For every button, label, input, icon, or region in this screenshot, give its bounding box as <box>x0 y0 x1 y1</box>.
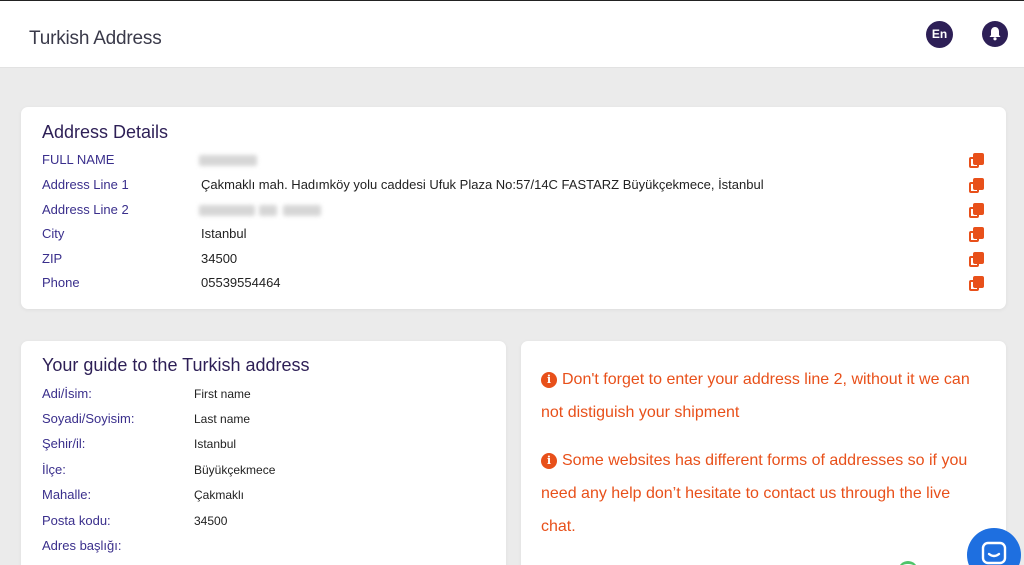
guide-label: Adres başlığı: <box>42 538 122 553</box>
address-value: Istanbul <box>201 226 247 241</box>
info-note: i Don't forget to enter your address line… <box>541 363 981 429</box>
guide-value: Büyükçekmece <box>194 463 276 477</box>
guide-label: Posta kodu: <box>42 513 111 528</box>
guide-label: Adi/İsim: <box>42 386 92 401</box>
guide-label: İlçe: <box>42 462 66 477</box>
address-guide-card: Your guide to the Turkish address Adi/İs… <box>21 341 506 565</box>
address-row-city: City Istanbul <box>21 225 1006 247</box>
address-label: Phone <box>42 275 80 290</box>
info-note-text: Don't forget to enter your address line … <box>541 371 970 421</box>
guide-value: 34500 <box>194 514 228 528</box>
guide-row: Adi/İsim: First name <box>21 385 506 407</box>
guide-value: Çakmaklı <box>194 488 245 502</box>
guide-value: Last name <box>194 412 251 426</box>
guide-row: Şehir/il: Istanbul <box>21 435 506 457</box>
info-card: i Don't forget to enter your address line… <box>521 341 1006 565</box>
redacted-value <box>259 205 277 216</box>
guide-value: Istanbul <box>194 437 237 451</box>
address-label: Address Line 1 <box>42 177 129 192</box>
address-details-title: Address Details <box>42 122 169 142</box>
info-note-text: Some websites has different forms of add… <box>541 452 968 535</box>
copy-icon[interactable] <box>969 153 985 169</box>
address-details-card: Address Details FULL NAME Address Line 1… <box>21 107 1006 309</box>
address-label: Address Line 2 <box>42 202 129 217</box>
guide-row: Posta kodu: 34500 <box>21 512 506 534</box>
top-bar: Turkish Address En <box>0 0 1024 68</box>
guide-label: Soyadi/Soyisim: <box>42 411 135 426</box>
address-label: City <box>42 226 65 241</box>
guide-label: Mahalle: <box>42 487 92 502</box>
copy-icon[interactable] <box>969 252 985 268</box>
guide-row: Mahalle: Çakmaklı <box>21 486 506 508</box>
notifications-button[interactable] <box>982 21 1008 47</box>
copy-icon[interactable] <box>969 203 985 219</box>
guide-row: İlçe: Büyükçekmece <box>21 461 506 483</box>
language-switch-button[interactable]: En <box>926 21 953 48</box>
page-title: Turkish Address <box>29 28 162 49</box>
address-value: Çakmaklı mah. Hadımköy yolu caddesi Ufuk… <box>201 177 764 192</box>
address-label: ZIP <box>42 251 63 266</box>
info-circle-icon: i <box>541 453 557 469</box>
redacted-value <box>283 205 321 216</box>
guide-value: First name <box>194 387 251 401</box>
copy-icon[interactable] <box>969 227 985 243</box>
address-guide-title: Your guide to the Turkish address <box>42 355 310 375</box>
address-row-line-1: Address Line 1 Çakmaklı mah. Hadımköy yo… <box>21 176 1006 198</box>
address-value: 05539554464 <box>201 275 281 290</box>
address-row-phone: Phone 05539554464 <box>21 274 1006 296</box>
guide-label: Şehir/il: <box>42 436 86 451</box>
address-value: 34500 <box>201 251 238 266</box>
address-label: FULL NAME <box>42 152 115 167</box>
chat-icon <box>981 541 1007 565</box>
info-note: i Some websites has different forms of ad… <box>541 444 981 543</box>
redacted-value <box>199 205 255 216</box>
copy-icon[interactable] <box>969 276 985 292</box>
bell-icon <box>989 27 1001 41</box>
guide-row: Adres başlığı: <box>21 537 506 559</box>
address-row-full-name: FULL NAME <box>21 151 1006 173</box>
guide-row: Soyadi/Soyisim: Last name <box>21 410 506 432</box>
copy-icon[interactable] <box>969 178 985 194</box>
address-row-line-2: Address Line 2 <box>21 201 1006 223</box>
redacted-value <box>199 155 257 166</box>
info-circle-icon: i <box>541 372 557 388</box>
address-row-zip: ZIP 34500 <box>21 250 1006 272</box>
